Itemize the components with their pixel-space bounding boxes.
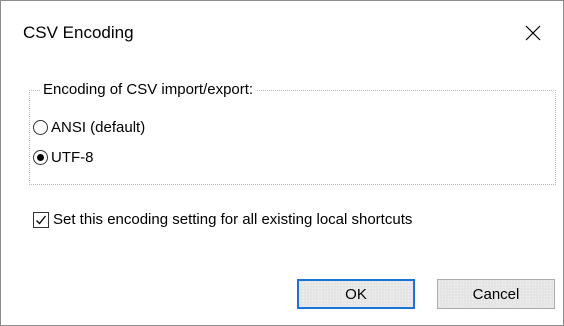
apply-all-shortcuts-option[interactable]: Set this encoding setting for all existi… <box>33 211 412 228</box>
radio-option-utf8[interactable]: UTF-8 <box>33 149 94 166</box>
checkmark-icon <box>36 215 47 224</box>
radio-label-ansi: ANSI (default) <box>51 119 146 136</box>
radio-button-utf8[interactable] <box>33 150 48 165</box>
radio-button-ansi[interactable] <box>33 120 48 135</box>
radio-label-utf8: UTF-8 <box>51 149 94 166</box>
close-button[interactable] <box>515 15 551 51</box>
close-icon <box>525 25 541 41</box>
apply-all-checkbox[interactable] <box>33 211 49 228</box>
csv-encoding-dialog: CSV Encoding Encoding of CSV import/expo… <box>0 0 564 326</box>
apply-all-label: Set this encoding setting for all existi… <box>53 211 413 228</box>
cancel-button[interactable]: Cancel <box>437 279 555 309</box>
encoding-groupbox <box>29 90 556 185</box>
ok-button[interactable]: OK <box>297 279 415 309</box>
encoding-group-legend: Encoding of CSV import/export: <box>41 81 257 98</box>
radio-option-ansi[interactable]: ANSI (default) <box>33 119 145 136</box>
dialog-title: CSV Encoding <box>23 23 134 42</box>
radio-selected-dot <box>37 154 44 161</box>
